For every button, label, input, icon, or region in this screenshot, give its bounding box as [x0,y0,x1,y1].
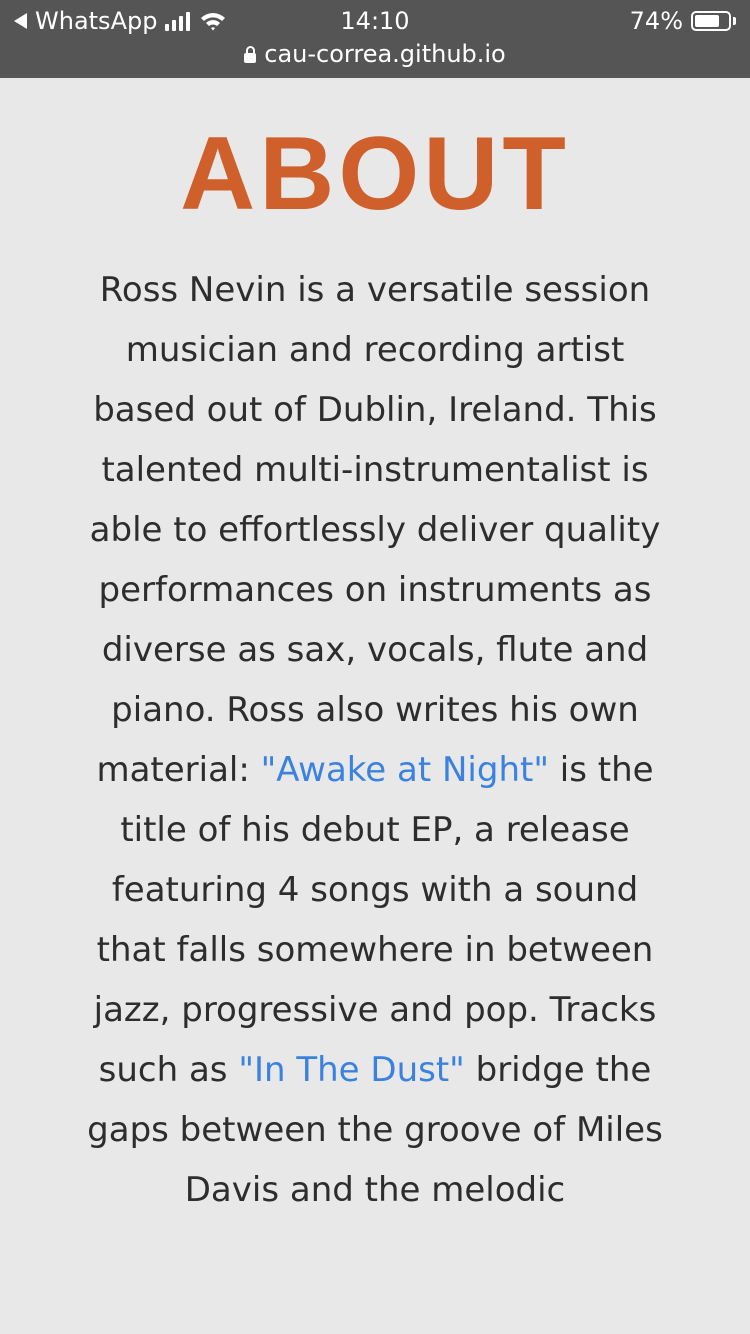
battery-icon [691,11,731,31]
about-text-part-1: Ross Nevin is a versatile session musici… [89,270,661,790]
page-title: ABOUT [180,116,570,232]
battery-tip [733,17,736,25]
battery-percent: 74% [629,7,683,35]
address-bar[interactable]: cau-correa.github.io [0,40,750,68]
awake-at-night-link[interactable]: "Awake at Night" [261,750,549,790]
about-text-part-2: is the title of his debut EP, a release … [93,750,657,1090]
about-paragraph: Ross Nevin is a versatile session musici… [85,260,665,1220]
url-text: cau-correa.github.io [264,40,506,68]
lock-icon [244,46,257,63]
about-section: ABOUT Ross Nevin is a versatile session … [0,78,750,1220]
status-bar: WhatsApp 14:10 74% cau-correa.github.io [0,0,750,78]
battery-status: 74% [630,7,736,35]
in-the-dust-link[interactable]: "In The Dust" [238,1050,464,1090]
